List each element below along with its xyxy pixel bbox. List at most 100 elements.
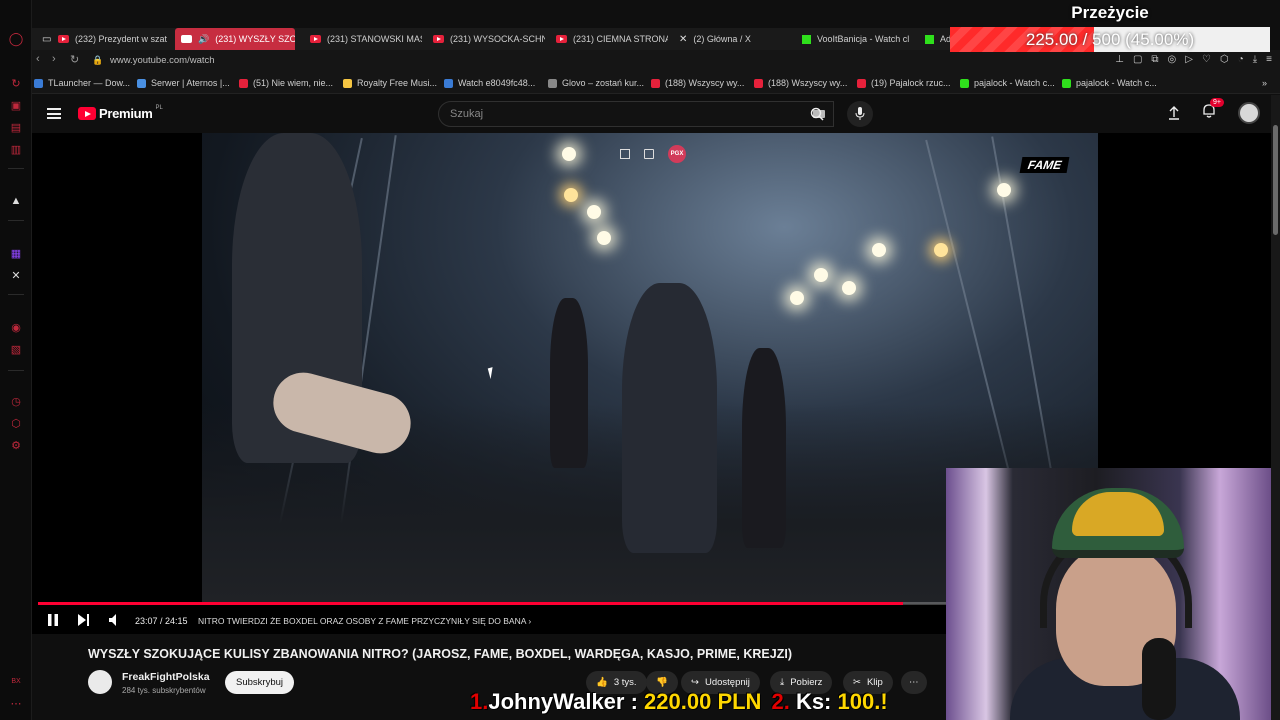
x-icon: ✕	[679, 33, 688, 45]
history-icon[interactable]: ◷	[9, 394, 23, 408]
more-icon[interactable]: ⋯	[9, 696, 23, 710]
tab-0[interactable]: (232) Prezydent w szat	[52, 28, 172, 50]
back-icon[interactable]: ‹	[36, 53, 40, 65]
bookmarks-overflow-icon[interactable]: »	[1262, 72, 1267, 94]
goal-title: Przeżycie	[1071, 3, 1149, 22]
heart-icon[interactable]: ♡	[1202, 54, 1211, 65]
bookmark-item[interactable]: Glovo – zostań kur...	[548, 72, 644, 94]
bookmark-label: (19) Pajalock rzuc...	[871, 78, 951, 88]
bookmark-item[interactable]: (51) Nie wiem, nie...	[239, 72, 333, 94]
settings-icon[interactable]: ⚙	[9, 438, 23, 452]
bookmark-item[interactable]: (19) Pajalock rzuc...	[857, 72, 951, 94]
donation-ticker: 1.JohnyWalker : 220.00 PLN 2. Ks: 100.!	[470, 688, 946, 716]
ticker-entry: 1.JohnyWalker : 220.00 PLN	[470, 689, 761, 715]
notifications-button[interactable]: 9+	[1202, 98, 1224, 123]
search-icon	[810, 107, 824, 121]
tab-7[interactable]: Ad	[919, 28, 950, 50]
youtube-icon	[58, 35, 69, 43]
screenshot-icon[interactable]: ◎	[1168, 54, 1177, 65]
download-label: Pobierz	[790, 677, 823, 688]
share-to-icon[interactable]	[644, 149, 654, 159]
pgx-badge[interactable]: PGX	[668, 145, 686, 163]
youtube-icon	[433, 35, 444, 43]
video-overlay-icons: PGX	[620, 145, 686, 163]
chapter-text: NITRO TWIERDZI ŻE BOXDEL ORAZ OSOBY Z FA…	[198, 616, 526, 626]
bbx-icon[interactable]: BX	[9, 674, 23, 688]
subscriber-count: 284 tys. subskrybentów	[122, 686, 206, 695]
subscribe-button[interactable]: Subskrybuj	[225, 671, 294, 694]
bookmark-favicon-icon	[651, 78, 660, 88]
pin-icon[interactable]: ⊥	[1115, 54, 1124, 65]
tab-label: (231) WYSOCKA-SCHN	[450, 34, 545, 44]
upload-icon[interactable]	[1168, 106, 1180, 120]
scrollbar-thumb[interactable]	[1273, 125, 1278, 235]
tab-5[interactable]: ✕ (2) Główna / X	[673, 28, 791, 50]
tab-label: Ad	[940, 34, 950, 44]
chapter-title[interactable]: NITRO TWIERDZI ŻE BOXDEL ORAZ OSOBY Z FA…	[198, 616, 531, 626]
bookmark-favicon-icon	[444, 78, 453, 88]
twitch-icon[interactable]: ▦	[9, 246, 23, 260]
fame-logo: FAME	[1019, 157, 1070, 173]
player-icon[interactable]: ▷	[1185, 54, 1193, 65]
more-horizontal-icon: ⋯	[909, 677, 919, 688]
aria-icon[interactable]: ▲	[9, 194, 23, 208]
bookmark-label: (188) Wszyscy wy...	[768, 78, 848, 88]
bookmark-item[interactable]: (188) Wszyscy wy...	[754, 72, 847, 94]
menu-icon[interactable]: ≡	[1266, 54, 1272, 65]
channel-name[interactable]: FreakFightPolska	[122, 671, 210, 683]
goal-text: 225.00 / 500 (45.00%)	[1025, 30, 1195, 49]
tab-label: VooItBanicja - Watch cl	[817, 34, 910, 44]
youtube-logo-icon	[78, 107, 96, 120]
next-icon[interactable]	[77, 613, 90, 627]
hamburger-menu-icon[interactable]	[47, 108, 61, 119]
youtube-premium-logo[interactable]: Premium PL	[78, 105, 163, 121]
vk-icon[interactable]: ◉	[9, 320, 23, 334]
ticker-amount: 220.00 PLN	[644, 689, 762, 714]
extensions-icon[interactable]: ⬡	[1220, 54, 1229, 65]
pip-icon[interactable]: ⧉	[1151, 54, 1158, 65]
bookmark-item[interactable]: Serwer | Aternos |...	[137, 72, 230, 94]
thumbs-down-icon: 👎	[656, 677, 668, 688]
volume-icon[interactable]	[108, 613, 121, 627]
url-field[interactable]: www.youtube.com/watch	[110, 55, 215, 66]
bookmark-favicon-icon	[548, 78, 557, 88]
tab-3[interactable]: (231) WYSOCKA-SCHN	[427, 28, 545, 50]
miniplayer-icon[interactable]	[620, 149, 630, 159]
bookmark-item[interactable]: pajalock - Watch c...	[1062, 72, 1157, 94]
opera-menu-icon[interactable]: ◯	[9, 31, 24, 46]
extensions-icon[interactable]: ⬡	[9, 416, 23, 430]
tab-2[interactable]: (231) STANOWSKI MAS	[304, 28, 422, 50]
voice-search-button[interactable]	[847, 101, 873, 127]
bookmark-item[interactable]: Royalty Free Musi...	[343, 72, 437, 94]
tab-label: (231) WYSZŁY SZOKI	[215, 34, 295, 44]
page-scrollbar[interactable]	[1271, 95, 1280, 720]
ticker-name: Ks:	[795, 689, 832, 714]
account-avatar[interactable]	[1238, 102, 1260, 124]
x-icon[interactable]: ✕	[9, 268, 23, 282]
bookmark-label: pajalock - Watch c...	[1076, 78, 1157, 88]
forward-icon[interactable]: ›	[52, 53, 56, 65]
search-button[interactable]	[799, 101, 835, 127]
snapshot-icon[interactable]: ▢	[1133, 54, 1142, 65]
bookmark-item[interactable]: TLauncher — Dow...	[34, 72, 130, 94]
account-icon[interactable]: ◔	[1238, 54, 1244, 65]
bookmark-item[interactable]: (188) Wszyscy wy...	[651, 72, 744, 94]
tab-6[interactable]: VooItBanicja - Watch cl	[796, 28, 914, 50]
kick-icon	[925, 34, 934, 44]
channel-avatar[interactable]	[88, 670, 112, 694]
pause-icon[interactable]	[47, 613, 59, 627]
search-input[interactable]	[439, 102, 759, 126]
whatsapp-icon[interactable]: ▥	[9, 142, 23, 156]
refresh-icon[interactable]: ↻	[9, 76, 23, 90]
reload-icon[interactable]: ↻	[70, 53, 79, 66]
bookmark-label: Watch e8049fc48...	[458, 78, 536, 88]
wallet-icon[interactable]: ▧	[9, 342, 23, 356]
lock-icon[interactable]: ▣	[9, 98, 23, 112]
messenger-icon[interactable]: ▤	[9, 120, 23, 134]
bookmark-item[interactable]: pajalock - Watch c...	[960, 72, 1055, 94]
tab-4[interactable]: (231) CIEMNA STRONA	[550, 28, 668, 50]
bookmark-item[interactable]: Watch e8049fc48...	[444, 72, 535, 94]
tab-1-active[interactable]: 🔊 (231) WYSZŁY SZOKI	[175, 28, 295, 50]
download-icon[interactable]: ⤓	[1253, 54, 1257, 65]
video-progress-bar[interactable]	[38, 602, 946, 605]
